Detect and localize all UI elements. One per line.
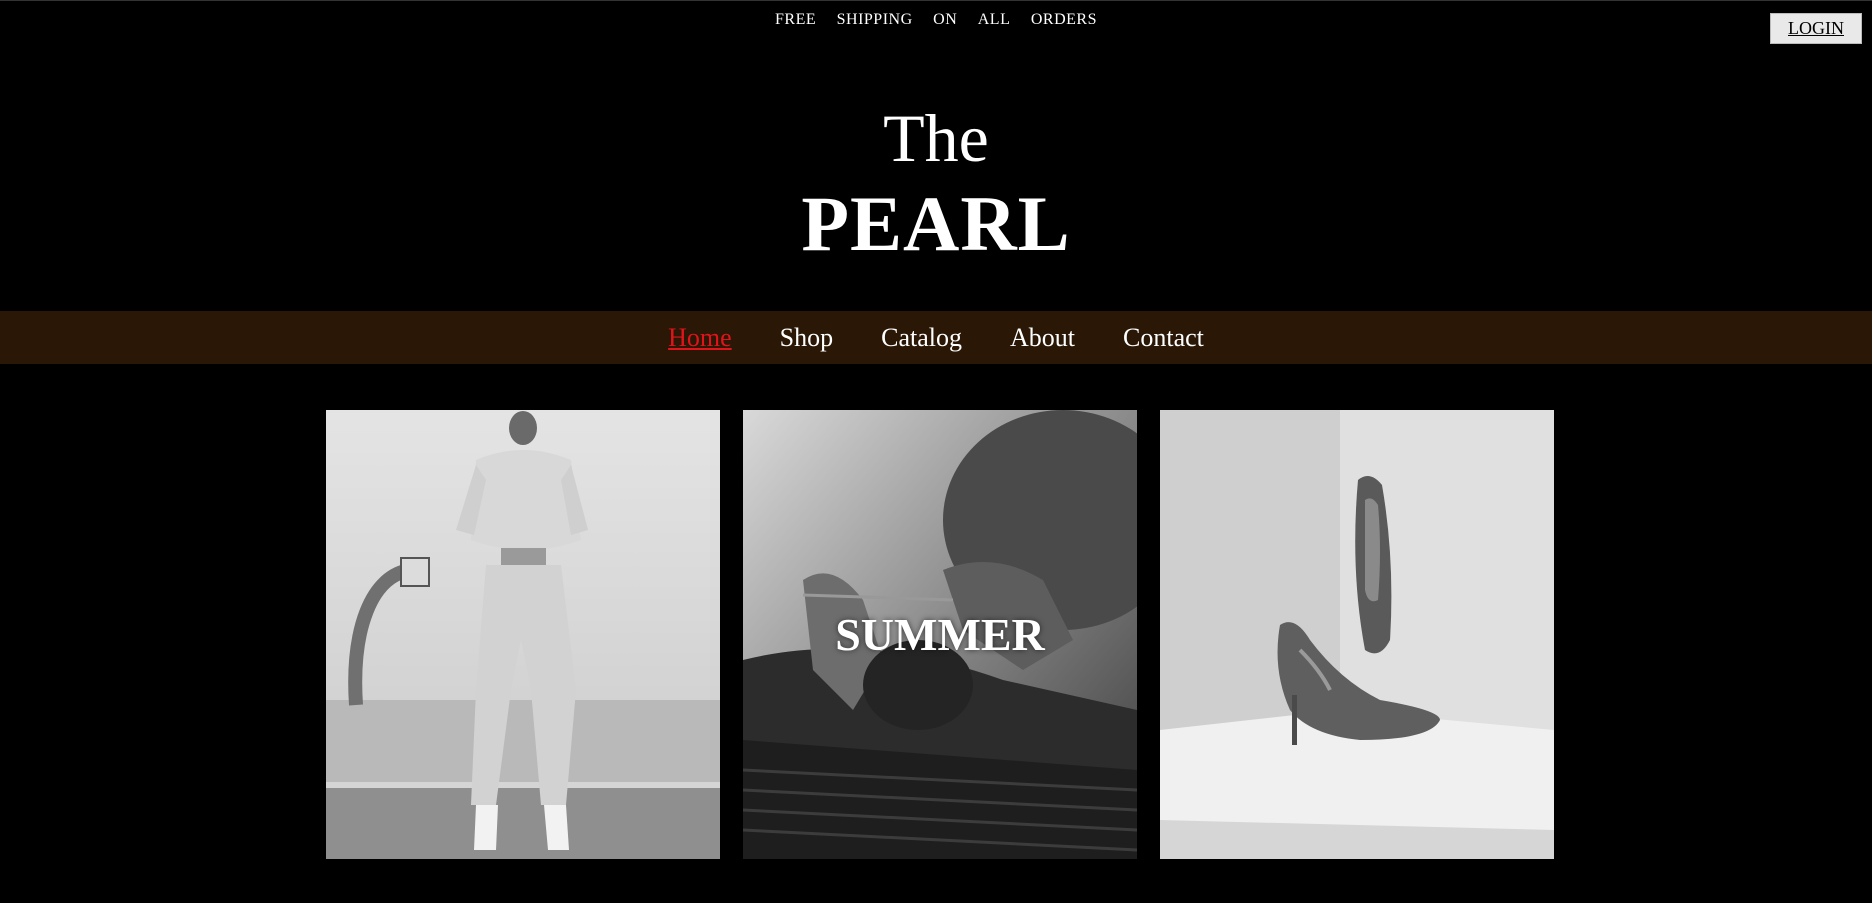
card-caption: SUMMER	[835, 609, 1045, 660]
promo-word: SHIPPING	[836, 11, 913, 28]
gallery-card-heels[interactable]	[1160, 410, 1554, 859]
brand-prefix: The	[883, 100, 989, 176]
gallery-card-summer[interactable]: SUMMER	[743, 410, 1137, 859]
nav-item-contact[interactable]: Contact	[1123, 323, 1204, 353]
promo-word: ON	[933, 11, 958, 28]
promo-banner: FREE SHIPPING ON ALL ORDERS	[0, 11, 1872, 29]
promo-word: ALL	[977, 11, 1011, 28]
gallery: SUMMER	[326, 410, 1554, 859]
nav-item-shop[interactable]: Shop	[780, 323, 833, 353]
main-nav: Home Shop Catalog About Contact	[0, 311, 1872, 364]
login-button[interactable]: LOGIN	[1770, 13, 1862, 44]
promo-word: ORDERS	[1030, 11, 1097, 28]
heels-photo	[1160, 410, 1554, 859]
promo-word: FREE	[775, 11, 817, 28]
gallery-card-sweatsuit[interactable]	[326, 410, 720, 859]
nav-item-about[interactable]: About	[1010, 323, 1075, 353]
page: FREE SHIPPING ON ALL ORDERS LOGIN The PE…	[0, 0, 1872, 903]
brand-name: PEARL	[801, 180, 1071, 267]
nav-item-catalog[interactable]: Catalog	[881, 323, 962, 353]
nav-item-home[interactable]: Home	[668, 323, 732, 353]
sweatsuit-photo	[326, 410, 720, 859]
brand-logo[interactable]: The PEARL	[0, 96, 1872, 268]
